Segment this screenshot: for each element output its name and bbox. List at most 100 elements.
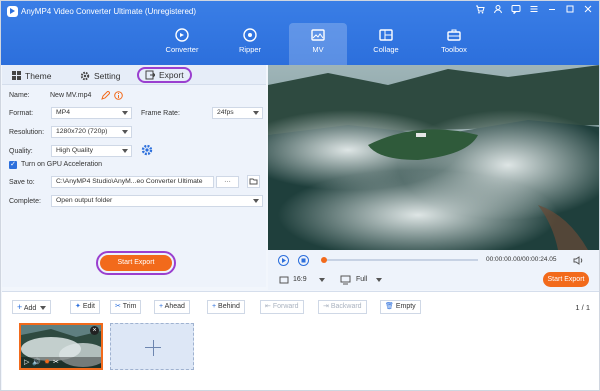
nav-ripper[interactable]: Ripper: [221, 23, 279, 65]
backward-icon: ⇥: [323, 303, 329, 310]
nav-collage[interactable]: Collage: [357, 23, 415, 65]
browse-button[interactable]: ···: [216, 176, 239, 188]
clip-strip: × ▷ 🔊 ✸ ✂: [2, 321, 599, 390]
add-label: Add: [23, 305, 37, 312]
play-button[interactable]: [278, 255, 289, 266]
gear-icon: [80, 71, 90, 80]
complete-label: Complete:: [9, 198, 41, 205]
plus-icon: +: [17, 302, 23, 312]
nav-mv[interactable]: MV: [289, 23, 347, 65]
backward-button[interactable]: ⇥ Backward: [318, 300, 367, 314]
collage-icon: [379, 29, 393, 41]
trim-button[interactable]: ✂ Trim: [110, 300, 142, 314]
time-readout: 00:00:00.00/00:00:24.05: [486, 256, 557, 263]
behind-icon: +: [212, 303, 217, 310]
forward-button[interactable]: ⇤ Forward: [260, 300, 304, 314]
start-export-button[interactable]: Start Export: [100, 255, 172, 271]
timeline-knob[interactable]: [321, 257, 327, 263]
window-controls: [473, 4, 595, 18]
tab-theme[interactable]: Theme: [12, 69, 51, 82]
forward-label: Forward: [272, 303, 299, 310]
forward-icon: ⇤: [265, 303, 271, 310]
wand-icon: ✦: [75, 303, 81, 310]
edit-name-icon[interactable]: [101, 91, 110, 100]
empty-button[interactable]: 🗑 Empty: [380, 300, 421, 314]
behind-label: Behind: [218, 303, 240, 310]
toolbox-icon: [447, 29, 461, 41]
clip-volume-icon[interactable]: 🔊: [32, 358, 41, 366]
quality-select[interactable]: High Quality: [51, 145, 132, 157]
tab-theme-label: Theme: [25, 70, 52, 81]
grid-icon: [12, 71, 21, 80]
add-button[interactable]: + Add: [12, 300, 52, 314]
remove-clip-icon[interactable]: ×: [90, 326, 99, 335]
complete-value: Open output folder: [56, 197, 113, 204]
cart-icon[interactable]: [473, 4, 487, 18]
app-logo: [7, 6, 18, 17]
volume-icon[interactable]: [573, 255, 584, 266]
monitor-icon: [340, 275, 351, 285]
tab-export-label: Export: [159, 70, 184, 80]
aspect-ratio-dropdown-icon[interactable]: [319, 278, 325, 282]
add-clip-tile[interactable]: [110, 323, 194, 370]
complete-select[interactable]: Open output folder: [51, 195, 263, 207]
clip-toolbar: + Add ✦ Edit ✂ Trim + Ahead + Behind ⇤ F…: [2, 291, 599, 321]
ahead-button[interactable]: + Ahead: [154, 300, 190, 314]
view-mode-dropdown-icon[interactable]: [376, 278, 382, 282]
timeline-slider[interactable]: [321, 257, 478, 263]
view-mode-value[interactable]: Full: [356, 276, 367, 283]
play-icon: [282, 258, 286, 263]
menu-icon[interactable]: [527, 4, 541, 18]
format-label: Format:: [9, 110, 34, 117]
tab-setting[interactable]: Setting: [80, 69, 120, 82]
video-preview: [268, 65, 599, 250]
user-icon[interactable]: [491, 4, 505, 18]
nav-ripper-label: Ripper: [238, 45, 262, 54]
player-controls: 00:00:00.00/00:00:24.05 16:9 Full Start …: [268, 250, 599, 290]
minimize-icon[interactable]: [545, 4, 559, 18]
aspect-ratio-icon: [279, 276, 289, 284]
open-folder-icon[interactable]: [247, 175, 260, 188]
format-select[interactable]: MP4: [51, 107, 132, 119]
nav-toolbox-label: Toolbox: [441, 45, 467, 54]
frame-rate-select[interactable]: 24fps: [212, 107, 263, 119]
mv-icon: [311, 29, 325, 41]
clip-effect-icon[interactable]: ✸: [44, 358, 50, 366]
preview-landscape-image: [268, 65, 599, 250]
quality-value: High Quality: [56, 147, 94, 154]
export-icon: [145, 70, 155, 80]
aspect-ratio-value[interactable]: 16:9: [293, 276, 307, 283]
converter-icon: [175, 28, 189, 42]
nav-toolbox[interactable]: Toolbox: [425, 23, 483, 65]
panel-tabs: Theme Setting Export: [2, 65, 266, 85]
format-value: MP4: [56, 109, 70, 116]
name-label: Name:: [9, 92, 30, 99]
title-bar: AnyMP4 Video Converter Ultimate (Unregis…: [1, 1, 599, 65]
ahead-icon: +: [159, 303, 164, 310]
behind-button[interactable]: + Behind: [207, 300, 245, 314]
info-icon[interactable]: [114, 91, 123, 100]
clip-thumbnail[interactable]: × ▷ 🔊 ✸ ✂: [19, 323, 103, 370]
quality-settings-gear-icon[interactable]: [141, 144, 153, 156]
start-export-small-button[interactable]: Start Export: [543, 272, 589, 287]
add-dropdown-icon: [40, 306, 47, 311]
close-icon[interactable]: [581, 4, 595, 18]
maximize-icon[interactable]: [563, 4, 577, 18]
name-value: New MV.mp4: [50, 92, 92, 99]
tab-export[interactable]: Export: [137, 67, 192, 83]
resolution-select[interactable]: 1280x720 (720p): [51, 126, 132, 138]
app-window: AnyMP4 Video Converter Ultimate (Unregis…: [0, 0, 600, 391]
resolution-value: 1280x720 (720p): [56, 128, 108, 135]
save-path-field[interactable]: C:\AnyMP4 Studio\AnyM...eo Converter Ult…: [51, 176, 214, 188]
clip-play-icon[interactable]: ▷: [24, 358, 29, 366]
clip-scissors-icon[interactable]: ✂: [53, 358, 59, 366]
backward-label: Backward: [330, 303, 362, 310]
stop-button[interactable]: [298, 255, 309, 266]
gpu-checkbox[interactable]: ✓: [9, 161, 17, 169]
edit-button[interactable]: ✦ Edit: [70, 300, 100, 314]
main-nav: Converter Ripper MV Collage Toolbox: [153, 23, 483, 65]
nav-converter[interactable]: Converter: [153, 23, 211, 65]
page-indicator: 1 / 1: [575, 303, 590, 312]
tab-setting-label: Setting: [94, 70, 121, 81]
feedback-icon[interactable]: [509, 4, 523, 18]
